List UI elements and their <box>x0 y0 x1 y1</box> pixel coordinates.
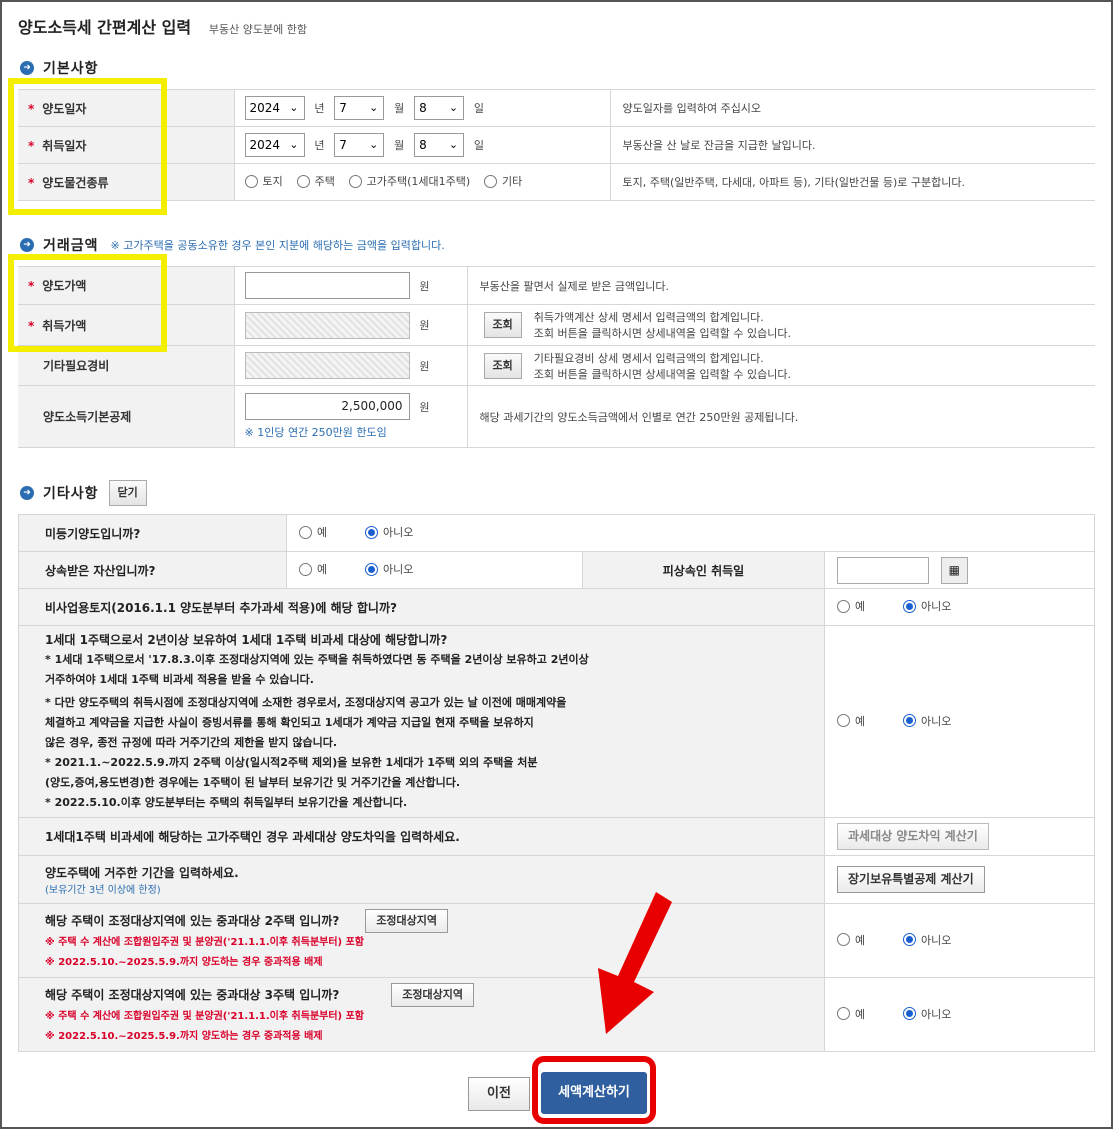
trade-table: * 양도가액 원 부동산을 팔면서 실제로 받은 금액입니다. * 취득가액 원 조… <box>18 266 1095 448</box>
row-non-business-land: 비사업용토지(2016.1.1 양도분부터 추가과세 적용)에 해당 합니까? … <box>18 588 1095 626</box>
sale-price-input[interactable] <box>244 272 410 299</box>
basic-table: * 양도일자 2024 ⌄ 년 7 ⌄ 월 8 ⌄ 일 양도일자를 입력하여 주십시오 … <box>18 89 1095 201</box>
section-etc-header: ➜ 기타사항 닫기 <box>20 480 147 506</box>
etc-expense-input[interactable] <box>244 352 410 379</box>
page-header: 양도소득세 간편계산 입력 부동산 양도분에 한함 <box>18 14 307 38</box>
row-asset-type: * 양도물건종류 토지 주택 고가주택(1세대1주택) 기타 토지, 주택(일반주… <box>18 163 1095 201</box>
trade-note: ※ 고가주택을 공동소유한 경우 본인 지분에 해당하는 금액을 입력합니다. <box>110 239 445 252</box>
row-inherited: 상속받은 자산입니까? 예 아니오 피상속인 취득일 ▦ <box>18 551 1095 589</box>
red-note-2a: ※ 주택 수 계산에 조합원입주권 및 분양권('21.1.1.이후 취득분부터… <box>45 1010 365 1022</box>
acq-price-input[interactable] <box>244 311 410 339</box>
row-sale-price: * 양도가액 원 부동산을 팔면서 실제로 받은 금액입니다. <box>18 266 1095 305</box>
row-unregistered: 미등기양도입니까? 예 아니오 <box>18 514 1095 552</box>
residence-period-note: (보유기간 3년 이상에 한정) <box>45 884 161 896</box>
row-basic-deduction: 양도소득기본공제 2,500,000 원 ※ 1인당 연간 250만원 한도임 … <box>18 385 1095 448</box>
circle-arrow-icon: ➜ <box>20 486 34 500</box>
red-note-1a: ※ 주택 수 계산에 조합원입주권 및 분양권('21.1.1.이후 취득분부터… <box>45 936 365 948</box>
calendar-icon[interactable]: ▦ <box>940 556 968 584</box>
q-inherited: 상속받은 자산입니까? <box>18 551 287 589</box>
q-unregistered: 미등기양도입니까? <box>18 514 287 552</box>
row-etc-expense: 기타필요경비 원 조회 기타필요경비 상세 명세서 입력금액의 합계입니다. 조… <box>18 345 1095 386</box>
circle-arrow-icon: ➜ <box>20 61 34 75</box>
q1-yes-radio[interactable]: 예 <box>299 524 327 540</box>
row-heavy-3house: 해당 주택이 조정대상지역에 있는 중과대상 3주택 입니까? 조정대상지역 ※… <box>18 977 1095 1052</box>
etc-table: 미등기양도입니까? 예 아니오 상속받은 자산입니까? 예 아니오 피상속인 취… <box>18 514 1095 1052</box>
section-trade-title: 거래금액 <box>43 238 99 254</box>
label-basic-deduction: 양도소득기본공제 <box>18 385 235 448</box>
q8-no-radio[interactable]: 아니오 <box>902 1006 951 1022</box>
row-heavy-2house: 해당 주택이 조정대상지역에 있는 중과대상 2주택 입니까? 조정대상지역 ※… <box>18 903 1095 978</box>
page-title: 양도소득세 간편계산 입력 <box>18 18 192 37</box>
highlight-box-basic <box>8 78 167 215</box>
q2-yes-radio[interactable]: 예 <box>299 561 327 577</box>
radio-land[interactable]: 토지 <box>244 173 283 189</box>
q-one-house-title: 1세대 1주택으로서 2년이상 보유하여 1세대 1주택 비과세 대상에 해당합… <box>45 633 448 647</box>
taxable-gain-calculator-button[interactable]: 과세대상 양도차익 계산기 <box>837 823 989 850</box>
prev-button[interactable]: 이전 <box>468 1077 530 1111</box>
page-subtitle: 부동산 양도분에 한함 <box>208 23 307 36</box>
etc-lookup-button[interactable]: 조회 <box>483 352 522 379</box>
adjusted-area-button-1[interactable]: 조정대상지역 <box>365 908 449 933</box>
adjusted-area-button-2[interactable]: 조정대상지역 <box>391 982 475 1007</box>
q4-no-radio[interactable]: 아니오 <box>902 713 951 729</box>
acq-year-select[interactable]: 2024 ⌄ <box>244 133 305 157</box>
deduction-desc: 해당 과세기간의 양도소득금액에서 인별로 연간 250만원 공제됩니다. <box>467 385 1095 448</box>
sale-year-select[interactable]: 2024 ⌄ <box>244 96 305 120</box>
row-acq-price: * 취득가액 원 조회 취득가액계산 상세 명세서 입력금액의 합계입니다. 조회… <box>18 304 1095 346</box>
section-etc-title: 기타사항 <box>43 486 99 502</box>
radio-luxury-house[interactable]: 고가주택(1세대1주택) <box>348 173 470 189</box>
section-basic-title: 기본사항 <box>43 61 99 77</box>
acq-desc-line1: 취득가액계산 상세 명세서 입력금액의 합계입니다. <box>533 311 764 324</box>
q-heavy-3house: 해당 주택이 조정대상지역에 있는 중과대상 3주택 입니까? <box>45 987 340 1002</box>
etc-desc-line1: 기타필요경비 상세 명세서 입력금액의 합계입니다. <box>533 351 764 365</box>
row-residence-period: 양도주택에 거주한 기간을 입력하세요. (보유기간 3년 이상에 한정) 장기… <box>18 855 1095 904</box>
row-one-house-exempt: 1세대 1주택으로서 2년이상 보유하여 1세대 1주택 비과세 대상에 해당합… <box>18 625 1095 818</box>
highlight-box-trade <box>8 254 167 352</box>
red-note-1b: ※ 2022.5.10.~2025.5.9.까지 양도하는 경우 중과적용 배제 <box>45 956 323 968</box>
q8-yes-radio[interactable]: 예 <box>837 1006 865 1022</box>
acq-day-select[interactable]: 8 ⌄ <box>414 133 465 157</box>
red-highlight-frame <box>532 1056 656 1124</box>
deduction-input[interactable]: 2,500,000 <box>244 393 410 420</box>
close-section-button[interactable]: 닫기 <box>108 480 147 506</box>
q-gain-calc: 1세대1주택 비과세에 해당하는 고가주택인 경우 과세대상 양도차익을 입력하… <box>18 817 825 856</box>
etc-desc-line2: 조회 버튼을 클릭하시면 상세내역을 입력할 수 있습니다. <box>533 367 791 381</box>
q1-no-radio[interactable]: 아니오 <box>364 524 413 540</box>
red-note-2b: ※ 2022.5.10.~2025.5.9.까지 양도하는 경우 중과적용 배제 <box>45 1030 323 1042</box>
q2-no-radio[interactable]: 아니오 <box>364 561 413 577</box>
q3-no-radio[interactable]: 아니오 <box>902 598 951 614</box>
q-non-business-land: 비사업용토지(2016.1.1 양도분부터 추가과세 적용)에 해당 합니까? <box>18 588 825 626</box>
acq-lookup-button[interactable]: 조회 <box>483 312 522 338</box>
radio-house[interactable]: 주택 <box>296 173 335 189</box>
q7-yes-radio[interactable]: 예 <box>837 932 865 948</box>
q-residence-period: 양도주택에 거주한 기간을 입력하세요. <box>45 865 239 880</box>
radio-other[interactable]: 기타 <box>484 173 522 189</box>
q7-no-radio[interactable]: 아니오 <box>902 932 951 948</box>
sale-month-select[interactable]: 7 ⌄ <box>334 96 385 120</box>
row-acq-date: * 취득일자 2024 ⌄ 년 7 ⌄ 월 8 ⌄ 일 부동산을 산 날로 잔금을 지급… <box>18 126 1095 164</box>
deduction-limit-note: ※ 1인당 연간 250만원 한도임 <box>244 426 387 439</box>
acq-date-desc: 부동산을 산 날로 잔금을 지급한 날입니다. <box>610 126 1095 164</box>
q3-yes-radio[interactable]: 예 <box>837 598 865 614</box>
row-sale-date: * 양도일자 2024 ⌄ 년 7 ⌄ 월 8 ⌄ 일 양도일자를 입력하여 주십시오 <box>18 89 1095 127</box>
sale-price-desc: 부동산을 팔면서 실제로 받은 금액입니다. <box>467 266 1095 305</box>
asset-type-desc: 토지, 주택(일반주택, 다세대, 아파트 등), 기타(일반건물 등)로 구분… <box>610 163 1095 201</box>
q4-yes-radio[interactable]: 예 <box>837 713 865 729</box>
decedent-date-input[interactable] <box>837 556 929 584</box>
acq-desc-line2: 조회 버튼을 클릭하시면 상세내역을 입력할 수 있습니다. <box>533 327 791 340</box>
row-gain-calc: 1세대1주택 비과세에 해당하는 고가주택인 경우 과세대상 양도차익을 입력하… <box>18 817 1095 856</box>
circle-arrow-icon: ➜ <box>20 238 34 252</box>
q-heavy-2house: 해당 주택이 조정대상지역에 있는 중과대상 2주택 입니까? <box>45 913 340 928</box>
sale-date-desc: 양도일자를 입력하여 주십시오 <box>610 89 1095 127</box>
label-decedent-acq-date: 피상속인 취득일 <box>582 551 825 589</box>
sale-day-select[interactable]: 8 ⌄ <box>414 96 465 120</box>
acq-month-select[interactable]: 7 ⌄ <box>334 133 385 157</box>
red-arrow-icon <box>598 892 672 1034</box>
long-term-deduction-calculator-button[interactable]: 장기보유특별공제 계산기 <box>837 866 985 893</box>
section-trade-header: ➜ 거래금액 ※ 고가주택을 공동소유한 경우 본인 지분에 해당하는 금액을 … <box>20 235 445 255</box>
section-basic-header: ➜ 기본사항 <box>20 58 99 78</box>
